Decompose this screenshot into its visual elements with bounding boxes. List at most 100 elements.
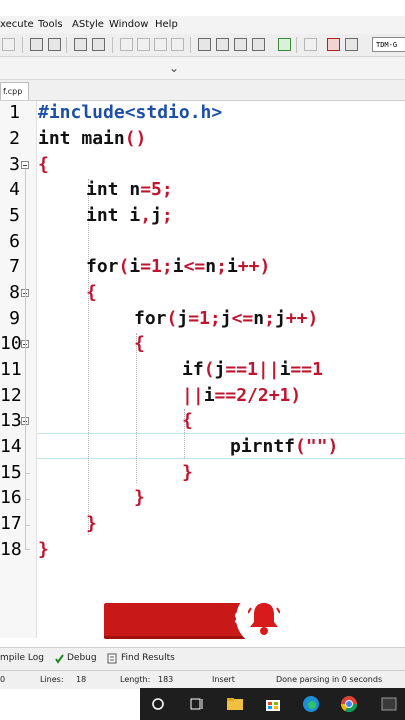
- comment-icon[interactable]: [154, 38, 167, 51]
- tab-file[interactable]: f.cpp: [0, 82, 30, 100]
- line-number: 12: [0, 385, 22, 406]
- tab-debug[interactable]: Debug: [67, 653, 97, 663]
- code-line-11: if(j==1||i==1: [182, 359, 323, 380]
- fold-line: [25, 169, 26, 549]
- uncomment-icon[interactable]: [171, 38, 184, 51]
- chevron-down-icon[interactable]: ⌄: [166, 60, 182, 76]
- toolbar-separator: [66, 37, 67, 53]
- profile-icon[interactable]: [345, 38, 358, 51]
- chrome-icon[interactable]: [340, 695, 358, 713]
- app-icon[interactable]: [380, 695, 398, 713]
- menu-help[interactable]: Help: [155, 19, 178, 30]
- line-number: 15: [0, 462, 22, 483]
- bell-icon: [248, 603, 280, 635]
- fold-end-tick: [25, 473, 30, 474]
- compile-run-icon[interactable]: [234, 38, 247, 51]
- line-number: 18: [0, 539, 22, 560]
- line-number: 16: [0, 487, 22, 508]
- line-number: 3: [9, 154, 20, 175]
- line-number: 7: [9, 256, 20, 277]
- status-mode: Insert: [212, 675, 235, 684]
- code-line-5: int i,j;: [86, 205, 173, 226]
- line-number: 14: [0, 436, 22, 457]
- edge-browser-icon[interactable]: [302, 695, 320, 713]
- subscribe-button[interactable]: S: [104, 603, 252, 639]
- line-number: 17: [0, 513, 22, 534]
- fold-toggle-icon[interactable]: [21, 161, 29, 169]
- code-line-10: {: [134, 333, 145, 354]
- rebuild-icon[interactable]: [252, 38, 265, 51]
- menu-astyle[interactable]: AStyle: [72, 19, 104, 30]
- code-line-8: {: [86, 282, 97, 303]
- unindent-icon[interactable]: [137, 38, 150, 51]
- tab-find-results[interactable]: Find Results: [121, 653, 175, 663]
- code-line-9: for(j=1;j<=n;j++): [134, 308, 319, 329]
- menu-execute[interactable]: xecute: [0, 19, 34, 30]
- code-line-4: int n=5;: [86, 179, 173, 200]
- chart-icon[interactable]: [327, 38, 340, 51]
- toolbar-separator: [22, 37, 23, 53]
- store-icon[interactable]: [264, 695, 282, 713]
- fold-end-tick: [25, 525, 30, 526]
- current-line-highlight: [37, 433, 405, 459]
- check-icon[interactable]: [278, 38, 291, 51]
- code-line-13: {: [182, 410, 193, 431]
- code-editor[interactable]: 1 2 3 4 5 6 7 8 9 10 11 12 13 14 15 16 1…: [0, 101, 405, 638]
- tab-compile-log[interactable]: mpile Log: [0, 653, 44, 663]
- goto-icon[interactable]: [74, 38, 87, 51]
- status-lines-label: Lines:: [40, 675, 64, 684]
- windows-taskbar: [140, 688, 405, 720]
- bookmark-icon[interactable]: [92, 38, 105, 51]
- file-explorer-icon[interactable]: [226, 695, 244, 713]
- line-number: 10: [0, 333, 22, 354]
- code-line-1: #include<stdio.h>: [38, 102, 223, 123]
- tab-strip: f.cpp: [0, 80, 405, 101]
- line-gutter: 1 2 3 4 5 6 7 8 9 10 11 12 13 14 15 16 1…: [0, 101, 37, 638]
- compile-icon[interactable]: [198, 38, 211, 51]
- task-view-icon[interactable]: [188, 695, 206, 713]
- toolbar-separator: [112, 37, 113, 53]
- debug-icon: [55, 654, 64, 664]
- output-panel-tabs: mpile Log Debug Find Results: [0, 647, 405, 670]
- status-bar: 0 Lines: 18 Length: 183 Insert Done pars…: [0, 670, 405, 689]
- code-line-2: int main(): [38, 128, 147, 149]
- code-line-3: {: [38, 154, 49, 175]
- replace-icon[interactable]: [48, 38, 61, 51]
- line-number: 13: [0, 410, 22, 431]
- indent-icon[interactable]: [120, 38, 133, 51]
- fold-end-tick: [25, 499, 30, 500]
- toolbar: TDM-G: [0, 34, 405, 57]
- status-message: Done parsing in 0 seconds: [276, 675, 383, 684]
- notification-bell-button[interactable]: [236, 590, 292, 646]
- code-line-18: }: [38, 539, 49, 560]
- line-number: 4: [9, 179, 20, 200]
- code-line-12: ||i==2/2+1): [182, 385, 302, 406]
- code-line-17: }: [86, 513, 97, 534]
- line-number: 1: [9, 102, 20, 123]
- code-line-16: }: [134, 487, 145, 508]
- compiler-select[interactable]: TDM-G: [372, 37, 405, 52]
- menu-window[interactable]: Window: [109, 19, 148, 30]
- class-browser-bar: ⌄: [0, 57, 405, 80]
- menu-tools[interactable]: Tools: [38, 19, 63, 30]
- stop-icon[interactable]: [304, 38, 317, 51]
- toolbar-separator: [190, 37, 191, 53]
- toolbar-separator: [296, 37, 297, 53]
- line-number: 8: [9, 282, 20, 303]
- fold-end-tick: [25, 549, 30, 550]
- status-length-label: Length:: [120, 675, 151, 684]
- code-line-15: }: [182, 462, 193, 483]
- indent-guide: [88, 179, 89, 535]
- code-line-7: for(i=1;i<=n;i++): [86, 256, 271, 277]
- line-number: 5: [9, 205, 20, 226]
- status-lines-value: 18: [76, 675, 87, 684]
- redo-icon[interactable]: [2, 38, 15, 51]
- code-line-14: pirntf(""): [230, 436, 339, 457]
- line-number: 6: [9, 231, 20, 252]
- menu-bar: xecute Tools AStyle Window Help: [0, 16, 405, 34]
- find-results-icon: [107, 653, 117, 664]
- search-circle-icon[interactable]: [149, 695, 167, 713]
- run-icon[interactable]: [216, 38, 229, 51]
- status-length-value: 183: [158, 675, 174, 684]
- find-icon[interactable]: [30, 38, 43, 51]
